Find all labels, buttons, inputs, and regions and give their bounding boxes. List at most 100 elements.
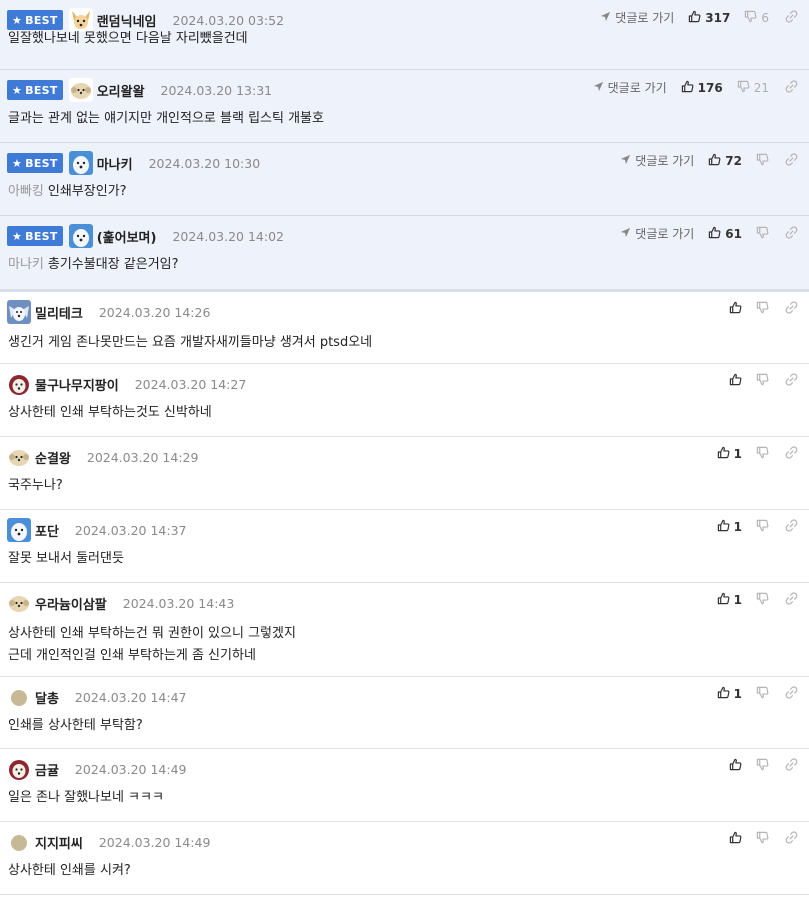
- nickname[interactable]: 밀리테크: [35, 303, 83, 322]
- comment-actions: 1: [717, 446, 798, 462]
- upvote-button[interactable]: 1: [717, 686, 742, 702]
- link-button[interactable]: [785, 9, 798, 26]
- comment-body: 국주누나?: [8, 475, 63, 497]
- star-icon: ★: [12, 156, 23, 170]
- nickname[interactable]: 우라늄이삼팔: [35, 594, 107, 613]
- upvote-count: 72: [725, 153, 742, 168]
- goto-reply-link[interactable]: 댓글로 가기: [620, 225, 694, 242]
- downvote-button[interactable]: [756, 758, 769, 774]
- link-button[interactable]: [785, 686, 798, 702]
- thumbs-down-icon: [756, 373, 769, 389]
- downvote-button[interactable]: [756, 519, 769, 535]
- avatar[interactable]: [7, 372, 31, 396]
- timestamp: 2024.03.20 14:47: [74, 689, 187, 705]
- comment: 달총 2024.03.20 14:47 1 인쇄를 상사한테 부탁함?: [0, 677, 809, 749]
- upvote-count: 317: [705, 10, 731, 25]
- downvote-button[interactable]: 6: [744, 10, 769, 26]
- upvote-button[interactable]: 61: [708, 226, 742, 242]
- avatar[interactable]: [7, 518, 31, 542]
- avatar[interactable]: [7, 300, 31, 324]
- upvote-button[interactable]: 176: [681, 80, 723, 96]
- link-button[interactable]: [785, 225, 798, 242]
- downvote-button[interactable]: [756, 592, 769, 608]
- thumbs-down-icon: [756, 301, 769, 317]
- nickname[interactable]: 달총: [35, 688, 59, 707]
- goto-reply-link[interactable]: 댓글로 가기: [593, 79, 667, 96]
- avatar[interactable]: [7, 445, 31, 469]
- comment-text: 상사한테 인쇄 부탁하는것도 신박하네: [8, 405, 212, 420]
- avatar[interactable]: [68, 78, 93, 102]
- avatar[interactable]: [68, 224, 93, 248]
- goto-reply-link[interactable]: 댓글로 가기: [600, 9, 674, 26]
- downvote-button[interactable]: [756, 301, 769, 317]
- comment-header: ★ BEST 마나키 2024.03.20 10:30: [7, 151, 260, 175]
- send-arrow-icon: [620, 227, 635, 241]
- upvote-button[interactable]: [729, 373, 742, 389]
- comment-header: 밀리테크 2024.03.20 14:26: [7, 300, 210, 324]
- upvote-button[interactable]: 1: [717, 592, 742, 608]
- link-button[interactable]: [785, 79, 798, 96]
- thumbs-up-icon: [688, 10, 701, 26]
- link-icon: [785, 152, 798, 169]
- send-arrow-icon: [593, 81, 608, 95]
- nickname[interactable]: 지지피씨: [35, 833, 83, 852]
- nickname[interactable]: 물구나무지팡이: [35, 375, 119, 394]
- upvote-button[interactable]: [729, 758, 742, 774]
- link-button[interactable]: [785, 758, 798, 774]
- link-button[interactable]: [785, 152, 798, 169]
- link-button[interactable]: [785, 831, 798, 847]
- comment-actions: [729, 758, 798, 774]
- thumbs-down-icon: [756, 758, 769, 774]
- timestamp: 2024.03.20 14:37: [74, 522, 187, 538]
- downvote-button[interactable]: [756, 226, 769, 242]
- upvote-button[interactable]: [729, 301, 742, 317]
- avatar[interactable]: [7, 591, 31, 615]
- comment-text: 인쇄부장인가?: [47, 184, 127, 199]
- link-button[interactable]: [785, 519, 798, 535]
- downvote-button[interactable]: 21: [737, 80, 769, 96]
- avatar[interactable]: [68, 151, 93, 175]
- timestamp: 2024.03.20 14:49: [98, 834, 211, 850]
- upvote-button[interactable]: 1: [717, 446, 742, 462]
- nickname[interactable]: 오리왈왈: [97, 81, 145, 100]
- nickname[interactable]: 랜덤닉네임: [97, 11, 157, 30]
- comment-text: 총기수불대장 같은거임?: [47, 257, 179, 272]
- star-icon: ★: [12, 229, 23, 243]
- timestamp: 2024.03.20 14:27: [134, 376, 247, 392]
- reply-target-nick[interactable]: 아빠킹: [8, 184, 44, 199]
- nickname[interactable]: 금귤: [35, 760, 59, 779]
- downvote-button[interactable]: [756, 686, 769, 702]
- avatar[interactable]: [7, 685, 31, 709]
- comment: 우라늄이삼팔 2024.03.20 14:43 1 상사한테 인쇄 부탁하는건 뭐 권…: [0, 583, 809, 677]
- link-button[interactable]: [785, 373, 798, 389]
- downvote-button[interactable]: [756, 153, 769, 169]
- downvote-button[interactable]: [756, 831, 769, 847]
- downvote-button[interactable]: [756, 446, 769, 462]
- avatar[interactable]: [7, 830, 31, 854]
- link-icon: [785, 301, 798, 317]
- send-arrow-icon: [600, 11, 615, 25]
- nickname[interactable]: 순결왕: [35, 448, 71, 467]
- link-button[interactable]: [785, 592, 798, 608]
- reply-target-nick[interactable]: 마나키: [8, 257, 44, 272]
- goto-reply-link[interactable]: 댓글로 가기: [620, 152, 694, 169]
- comment-header: 물구나무지팡이 2024.03.20 14:27: [7, 372, 246, 396]
- upvote-count: 61: [725, 226, 742, 241]
- comment-actions: 댓글로 가기 61: [620, 225, 798, 242]
- link-button[interactable]: [785, 301, 798, 317]
- thumbs-down-icon: [756, 519, 769, 535]
- avatar[interactable]: [7, 757, 31, 781]
- nickname[interactable]: 포단: [35, 521, 59, 540]
- downvote-button[interactable]: [756, 373, 769, 389]
- upvote-button[interactable]: 1: [717, 519, 742, 535]
- upvote-button[interactable]: 72: [708, 153, 742, 169]
- link-button[interactable]: [785, 446, 798, 462]
- comment-actions: 댓글로 가기 317 6: [600, 9, 798, 26]
- best-badge: ★ BEST: [7, 10, 63, 30]
- nickname[interactable]: (훑어보며): [97, 227, 157, 246]
- upvote-button[interactable]: 317: [688, 10, 730, 26]
- nickname[interactable]: 마나키: [97, 154, 133, 173]
- goto-reply-label: 댓글로 가기: [635, 154, 695, 168]
- upvote-button[interactable]: [729, 831, 742, 847]
- comment-text: 생긴거 게임 존나못만드는 요즘 개발자새끼들마냥 생겨서 ptsd오네: [8, 335, 373, 350]
